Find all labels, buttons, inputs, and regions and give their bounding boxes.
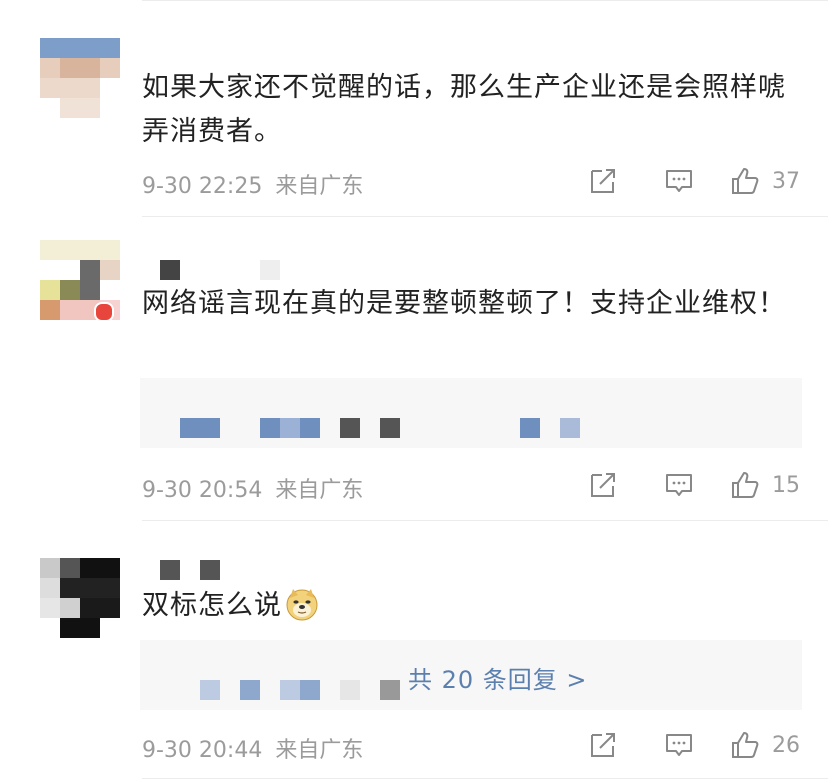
doge-emoji <box>284 586 320 622</box>
comment-item: 双标怎么说 共 20 条回复 > 9-30 20:44 来自广东 26 <box>0 0 828 781</box>
username-redacted <box>160 560 220 580</box>
comment-actions: 26 <box>588 730 800 760</box>
bottom-divider <box>142 778 828 779</box>
share-icon[interactable] <box>588 730 618 760</box>
comment-date: 9-30 20:44 <box>142 738 263 763</box>
comment-location: 来自广东 <box>275 738 364 763</box>
thumbs-up-icon <box>730 730 760 760</box>
reply-preview-box[interactable]: 共 20 条回复 > <box>140 640 802 710</box>
avatar[interactable] <box>40 558 120 638</box>
comment-meta: 9-30 20:44 来自广东 <box>142 732 363 764</box>
like-count: 26 <box>772 732 800 758</box>
comment-icon[interactable] <box>664 730 694 760</box>
comment-text: 双标怎么说 <box>142 584 802 628</box>
view-more-replies-link[interactable]: 共 20 条回复 > <box>408 660 588 695</box>
like-button[interactable]: 26 <box>730 730 800 760</box>
comment-text-content: 双标怎么说 <box>142 590 282 621</box>
